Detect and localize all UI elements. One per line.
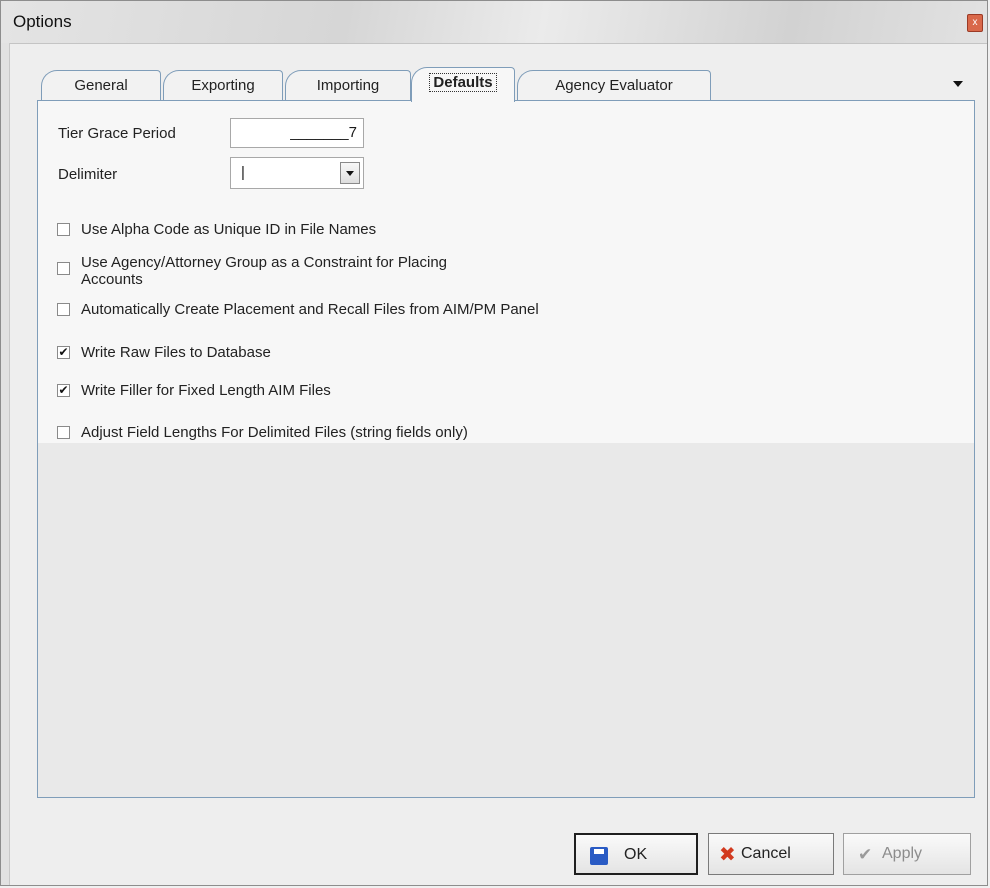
checkmark-icon: ✔ (858, 845, 873, 864)
tab-label: General (74, 77, 128, 94)
delimiter-value: | (241, 164, 245, 181)
title-bar[interactable]: Options x (1, 1, 987, 44)
checkbox-checked[interactable]: ✔ (57, 384, 70, 397)
close-icon[interactable]: x (967, 14, 983, 32)
option-label: Write Filler for Fixed Length AIM Files (81, 382, 331, 399)
delimiter-dropdown-button[interactable] (340, 162, 360, 184)
apply-button[interactable]: ✔ Apply (843, 833, 971, 875)
defaults-panel-content: Tier Grace Period _______7 Delimiter | U… (38, 101, 974, 443)
tab-general[interactable]: General (41, 70, 161, 100)
checkbox[interactable] (57, 262, 70, 275)
ok-button-label: OK (624, 846, 648, 863)
window-title: Options (13, 12, 72, 31)
tab-label: Importing (316, 77, 380, 94)
tab-overflow-chevron-down-icon[interactable] (953, 81, 963, 87)
checkbox[interactable] (57, 426, 70, 439)
checkbox-checked[interactable]: ✔ (57, 346, 70, 359)
option-label: Automatically Create Placement and Recal… (81, 301, 539, 318)
option-label: Use Alpha Code as Unique ID in File Name… (81, 221, 377, 238)
tab-strip: General Exporting Importing Defaults Age… (37, 67, 977, 102)
tab-exporting[interactable]: Exporting (163, 70, 283, 100)
option-label-line2: Accounts (81, 271, 143, 288)
tier-grace-period-label: Tier Grace Period (58, 125, 176, 142)
chevron-down-icon (346, 171, 354, 176)
tab-importing[interactable]: Importing (285, 70, 411, 100)
cancel-x-icon: ✖ (719, 844, 736, 866)
cancel-button[interactable]: ✖ Cancel (708, 833, 834, 875)
tab-label: Defaults (429, 73, 497, 92)
window-left-edge (1, 43, 10, 885)
delimiter-label: Delimiter (58, 166, 118, 183)
options-dialog: Options x General Exporting Importing De… (0, 0, 988, 886)
tier-grace-period-input[interactable]: _______7 (230, 118, 364, 148)
cancel-button-label: Cancel (741, 845, 791, 862)
checkbox[interactable] (57, 303, 70, 316)
apply-button-label: Apply (882, 845, 923, 862)
tab-label: Agency Evaluator (555, 77, 673, 94)
delimiter-select[interactable]: | (230, 157, 364, 189)
option-label: Write Raw Files to Database (81, 344, 271, 361)
tab-agency-evaluator[interactable]: Agency Evaluator (517, 70, 711, 100)
tab-defaults[interactable]: Defaults (411, 67, 515, 102)
ok-button[interactable]: OK (574, 833, 698, 875)
save-icon (590, 847, 608, 865)
option-label: Adjust Field Lengths For Delimited Files… (81, 424, 468, 441)
tab-label: Exporting (191, 77, 255, 94)
option-label-line1: Use Agency/Attorney Group as a Constrain… (81, 254, 448, 271)
checkbox[interactable] (57, 223, 70, 236)
defaults-panel: Tier Grace Period _______7 Delimiter | U… (37, 100, 975, 798)
